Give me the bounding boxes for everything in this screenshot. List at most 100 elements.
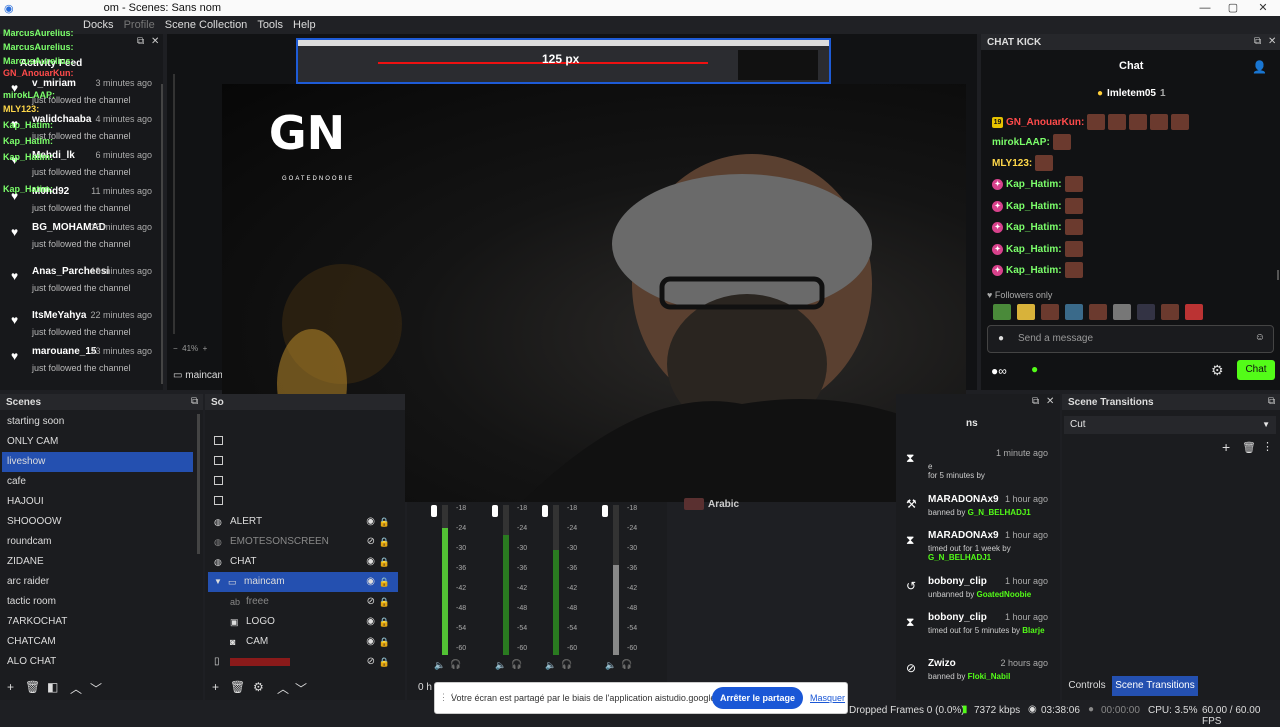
source-item[interactable]: ▣ LOGO ◉ 🔒: [208, 612, 398, 632]
lock-icon[interactable]: 🔒: [379, 592, 390, 612]
settings-gear-icon[interactable]: ⚙: [1211, 362, 1224, 379]
scene-item[interactable]: ONLY CAM: [2, 432, 193, 452]
source-item[interactable]: ◙ CAM ◉ 🔒: [208, 632, 398, 652]
eye-icon[interactable]: ◉: [366, 552, 375, 572]
scene-item[interactable]: arc raider: [2, 572, 193, 592]
scene-item[interactable]: SHOOOOW: [2, 512, 193, 532]
lock-icon[interactable]: 🔒: [379, 512, 390, 532]
menu-profile[interactable]: Profile: [119, 19, 160, 31]
users-icon[interactable]: 👤: [1252, 60, 1267, 74]
moderation-close-icon[interactable]: ✕: [1046, 396, 1054, 407]
mute-speaker-icon[interactable]: 🔈: [605, 660, 616, 671]
emoji-icon[interactable]: ☺: [1255, 332, 1265, 343]
volume-fader[interactable]: [431, 505, 437, 517]
chat-username[interactable]: Kap_Hatim:: [1006, 265, 1062, 276]
transition-menu-icon[interactable]: ⋮: [1262, 440, 1273, 453]
tab-scene-transitions[interactable]: Scene Transitions: [1112, 676, 1198, 696]
chat-scrollbar[interactable]: [1277, 270, 1279, 280]
add-source-icon[interactable]: +: [212, 680, 219, 694]
preview-vscroll[interactable]: [173, 74, 175, 334]
source-down-icon[interactable]: ﹀: [295, 680, 307, 697]
message-input[interactable]: ● Send a message ☺: [987, 325, 1274, 353]
chat-username[interactable]: Kap_Hatim:: [1006, 179, 1062, 190]
move-down-icon[interactable]: ﹀: [90, 680, 102, 697]
scene-item[interactable]: ZIDANE: [2, 552, 193, 572]
source-item-hidden[interactable]: ▯ ⊘ 🔒: [208, 652, 398, 672]
chat-username[interactable]: mirokLAAP:: [992, 137, 1050, 148]
chat-username[interactable]: Kap_Hatim:: [1006, 244, 1062, 255]
add-scene-icon[interactable]: +: [7, 680, 14, 694]
minimize-button[interactable]: —: [1192, 0, 1218, 16]
lock-icon[interactable]: 🔒: [379, 652, 390, 672]
monitor-headphones-icon[interactable]: 🎧: [621, 659, 632, 670]
eye-icon[interactable]: ◉: [366, 572, 375, 592]
transitions-undock-icon[interactable]: ⧉: [1268, 396, 1275, 407]
transition-select[interactable]: Cut ▼: [1064, 416, 1276, 434]
add-transition-icon[interactable]: +: [1222, 439, 1230, 455]
moderation-undock-icon[interactable]: ⧉: [1032, 396, 1039, 407]
emote-bar[interactable]: [993, 304, 1223, 320]
lock-icon[interactable]: 🔒: [379, 612, 390, 632]
eye-hidden-icon[interactable]: ⊘: [367, 592, 375, 612]
close-chat-icon[interactable]: ✕: [1268, 36, 1276, 47]
scene-item[interactable]: cafe: [2, 472, 193, 492]
scenes-scrollbar[interactable]: [197, 414, 200, 554]
lock-icon[interactable]: 🔒: [379, 532, 390, 552]
kick-icon[interactable]: ●: [1031, 362, 1038, 376]
eye-icon[interactable]: ◉: [366, 612, 375, 632]
source-item[interactable]: ▼ ▭ maincam ◉ 🔒: [208, 572, 398, 592]
maximize-button[interactable]: ▢: [1220, 0, 1246, 16]
chat-username[interactable]: MLY123:: [992, 158, 1032, 169]
stop-sharing-button[interactable]: Arrêter le partage: [712, 687, 803, 709]
chat-username[interactable]: GN_AnouarKun:: [1006, 117, 1084, 128]
scenes-undock-icon[interactable]: ⧉: [191, 396, 198, 407]
undock-chat-icon[interactable]: ⧉: [1254, 36, 1261, 47]
volume-fader[interactable]: [492, 505, 498, 517]
eye-hidden-icon[interactable]: ⊘: [367, 652, 375, 672]
source-item[interactable]: ab freee ⊘ 🔒: [208, 592, 398, 612]
zoom-control[interactable]: − 41% +: [167, 344, 227, 353]
chat-username[interactable]: Kap_Hatim:: [1006, 201, 1062, 212]
source-item[interactable]: ◍ ALERT ◉ 🔒: [208, 512, 398, 532]
monitor-headphones-icon[interactable]: 🎧: [450, 659, 461, 670]
scene-filter-icon[interactable]: ◧: [47, 680, 58, 694]
mute-speaker-icon[interactable]: 🔈: [495, 660, 506, 671]
move-up-icon[interactable]: ︿: [70, 680, 82, 697]
activity-scrollbar[interactable]: [161, 84, 163, 384]
scene-item[interactable]: tactic room: [2, 592, 193, 612]
remove-source-icon[interactable]: 🗑: [230, 680, 245, 694]
remove-scene-icon[interactable]: 🗑: [25, 680, 40, 694]
scene-item[interactable]: 7ARKOCHAT: [2, 612, 193, 632]
scene-item[interactable]: liveshow: [2, 452, 193, 472]
tab-controls[interactable]: Controls: [1062, 676, 1112, 696]
source-up-icon[interactable]: ︿: [277, 680, 289, 697]
eye-icon[interactable]: ◉: [366, 632, 375, 652]
source-item[interactable]: ◍ EMOTESONSCREEN ⊘ 🔒: [208, 532, 398, 552]
lock-icon[interactable]: 🔒: [379, 552, 390, 572]
scene-item[interactable]: ALO CHAT: [2, 652, 193, 672]
lock-icon[interactable]: 🔒: [379, 572, 390, 592]
remove-transition-icon[interactable]: 🗑: [1242, 441, 1256, 454]
monitor-headphones-icon[interactable]: 🎧: [561, 659, 572, 670]
menu-tools[interactable]: Tools: [252, 19, 288, 31]
menu-help[interactable]: Help: [288, 19, 321, 31]
mute-speaker-icon[interactable]: 🔈: [545, 660, 556, 671]
close-window-button[interactable]: ✕: [1250, 0, 1276, 16]
send-chat-button[interactable]: Chat: [1237, 360, 1275, 380]
chat-username[interactable]: Kap_Hatim:: [1006, 222, 1062, 233]
eye-icon[interactable]: ◉: [366, 512, 375, 532]
mute-speaker-icon[interactable]: 🔈: [434, 660, 445, 671]
scene-item[interactable]: HAJOUI: [2, 492, 193, 512]
monitor-headphones-icon[interactable]: 🎧: [511, 659, 522, 670]
hide-share-link[interactable]: Masquer: [810, 693, 845, 703]
expand-caret-icon[interactable]: ▼: [214, 572, 222, 592]
source-properties-icon[interactable]: ⚙: [253, 680, 264, 694]
source-item[interactable]: ◍ CHAT ◉ 🔒: [208, 552, 398, 572]
eye-hidden-icon[interactable]: ⊘: [367, 532, 375, 552]
chat-options-icon[interactable]: ●∞: [991, 364, 1007, 378]
menu-docks[interactable]: Docks: [78, 19, 119, 31]
lock-icon[interactable]: 🔒: [379, 632, 390, 652]
volume-fader[interactable]: [542, 505, 548, 517]
volume-fader[interactable]: [602, 505, 608, 517]
scene-item[interactable]: CHATCAM: [2, 632, 193, 652]
